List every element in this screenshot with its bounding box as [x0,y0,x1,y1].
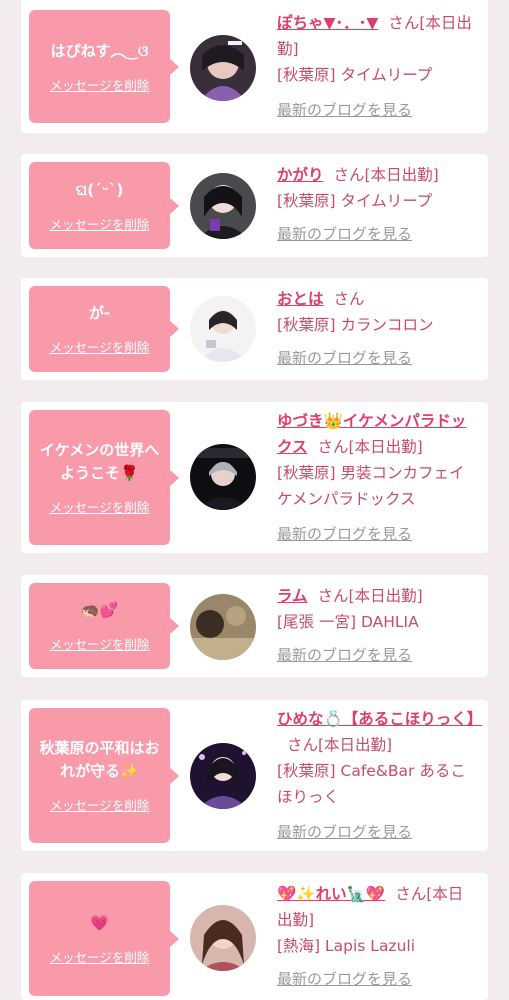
avatar-photo [190,35,256,101]
latest-blog-link[interactable]: 最新のブログを見る [277,819,477,845]
latest-blog-link[interactable]: 最新のブログを見る [277,221,477,247]
cast-name-link[interactable]: ひめな💍【あるこほりっく】 [277,710,482,728]
shop-location: [熱海] Lapis Lazuli [277,937,416,955]
cast-name-link[interactable]: ラム [277,587,308,605]
avatar[interactable] [190,444,256,510]
shop-location: [秋葉原] Cafe&Bar あるこほりっく [277,762,466,806]
avatar[interactable] [190,594,256,660]
cast-info: ラム さん[本日出勤] [尾張 一宮] DAHLIA 最新のブログを見る [277,583,477,668]
avatar-photo [190,296,256,362]
delete-message-link[interactable]: メッセージを削除 [50,634,150,653]
message-text: 🦔💕 [80,601,119,619]
message-text: 秋葉原の平和はおれが守る✨ [39,739,160,780]
shop-location: [尾張 一宮] DAHLIA [277,613,419,631]
message-text: ଘ(ˊᵕˋ) [75,180,124,199]
delete-message-link[interactable]: メッセージを削除 [50,337,150,356]
delete-message-link[interactable]: メッセージを削除 [50,497,150,516]
message-bubble: が- メッセージを削除 [29,286,179,372]
avatar[interactable] [190,173,256,239]
cast-card: 💗 メッセージを削除 💖✨れい🗽💖 さん[本日出勤] [熱海] Lapis Laz… [21,873,488,1000]
cast-info: 💖✨れい🗽💖 さん[本日出勤] [熱海] Lapis Lazuli 最新のブログを… [277,881,477,992]
cast-card: はぴねす︵‿ଓ メッセージを削除 ぽちゃ▼･．･▼ さん[本日出勤] [秋葉原] … [21,0,488,133]
cast-info: かがり さん[本日出勤] [秋葉原] タイムリープ 最新のブログを見る [277,162,477,247]
message-bubble: 秋葉原の平和はおれが守る✨ メッセージを削除 [29,708,179,843]
shop-location: [秋葉原] タイムリープ [277,192,433,210]
message-text: が- [88,304,111,322]
avatar[interactable] [190,905,256,971]
delete-message-link[interactable]: メッセージを削除 [50,214,150,233]
status-text: さん[本日出勤] [333,166,439,184]
delete-message-link[interactable]: メッセージを削除 [50,75,150,94]
cast-card: ଘ(ˊᵕˋ) メッセージを削除 かがり さん[本日出勤] [秋葉原] タイムリープ… [21,154,488,257]
shop-location: [秋葉原] 男装コンカフェイケメンパラドックス [277,464,465,508]
delete-message-link[interactable]: メッセージを削除 [50,947,150,966]
avatar[interactable] [190,743,256,809]
cast-info: ぽちゃ▼･．･▼ さん[本日出勤] [秋葉原] タイムリープ 最新のブログを見る [277,10,477,123]
latest-blog-link[interactable]: 最新のブログを見る [277,521,477,547]
message-text: 💗 [90,913,109,932]
avatar-photo [190,444,256,510]
latest-blog-link[interactable]: 最新のブログを見る [277,966,477,992]
latest-blog-link[interactable]: 最新のブログを見る [277,97,477,123]
avatar[interactable] [190,35,256,101]
message-bubble: はぴねす︵‿ଓ メッセージを削除 [29,10,179,123]
message-bubble: 💗 メッセージを削除 [29,881,179,996]
cast-card: イケメンの世界へようこそ🌹 メッセージを削除 ゆづき👑イケメンパラドックス さん[… [21,402,488,553]
cast-card: が- メッセージを削除 おとは さん [秋葉原] カランコロン 最新のブログを見る [21,278,488,380]
cast-info: ひめな💍【あるこほりっく】さん[本日出勤] [秋葉原] Cafe&Bar あるこ… [277,706,482,845]
shop-location: [秋葉原] カランコロン [277,316,434,334]
latest-blog-link[interactable]: 最新のブログを見る [277,345,477,371]
status-text: さん[本日出勤] [317,587,423,605]
cast-info: ゆづき👑イケメンパラドックス さん[本日出勤] [秋葉原] 男装コンカフェイケメン… [277,408,477,547]
message-bubble: イケメンの世界へようこそ🌹 メッセージを削除 [29,410,179,545]
message-text: イケメンの世界へようこそ🌹 [39,441,160,482]
avatar-photo [190,173,256,239]
latest-blog-link[interactable]: 最新のブログを見る [277,642,477,668]
avatar-photo [190,594,256,660]
cast-name-link[interactable]: おとは [277,290,324,308]
cast-info: おとは さん [秋葉原] カランコロン 最新のブログを見る [277,286,477,371]
avatar-photo [190,743,256,809]
cast-card: 🦔💕 メッセージを削除 ラム さん[本日出勤] [尾張 一宮] DAHLIA 最新… [21,575,488,677]
delete-message-link[interactable]: メッセージを削除 [50,795,150,814]
status-text: さん [333,290,365,308]
avatar-photo [190,905,256,971]
message-bubble: 🦔💕 メッセージを削除 [29,583,179,669]
cast-name-link[interactable]: かがり [277,166,324,184]
status-text: さん[本日出勤] [287,736,393,754]
cast-card: 秋葉原の平和はおれが守る✨ メッセージを削除 ひめな💍【あるこほりっく】さん[本… [21,700,488,851]
cast-name-link[interactable]: 💖✨れい🗽💖 [277,885,385,903]
shop-location: [秋葉原] タイムリープ [277,66,433,84]
message-text: はぴねす︵‿ଓ [50,41,149,60]
status-text: さん[本日出勤] [317,438,423,456]
message-bubble: ଘ(ˊᵕˋ) メッセージを削除 [29,162,179,249]
avatar[interactable] [190,296,256,362]
cast-name-link[interactable]: ぽちゃ▼･．･▼ [277,14,378,32]
